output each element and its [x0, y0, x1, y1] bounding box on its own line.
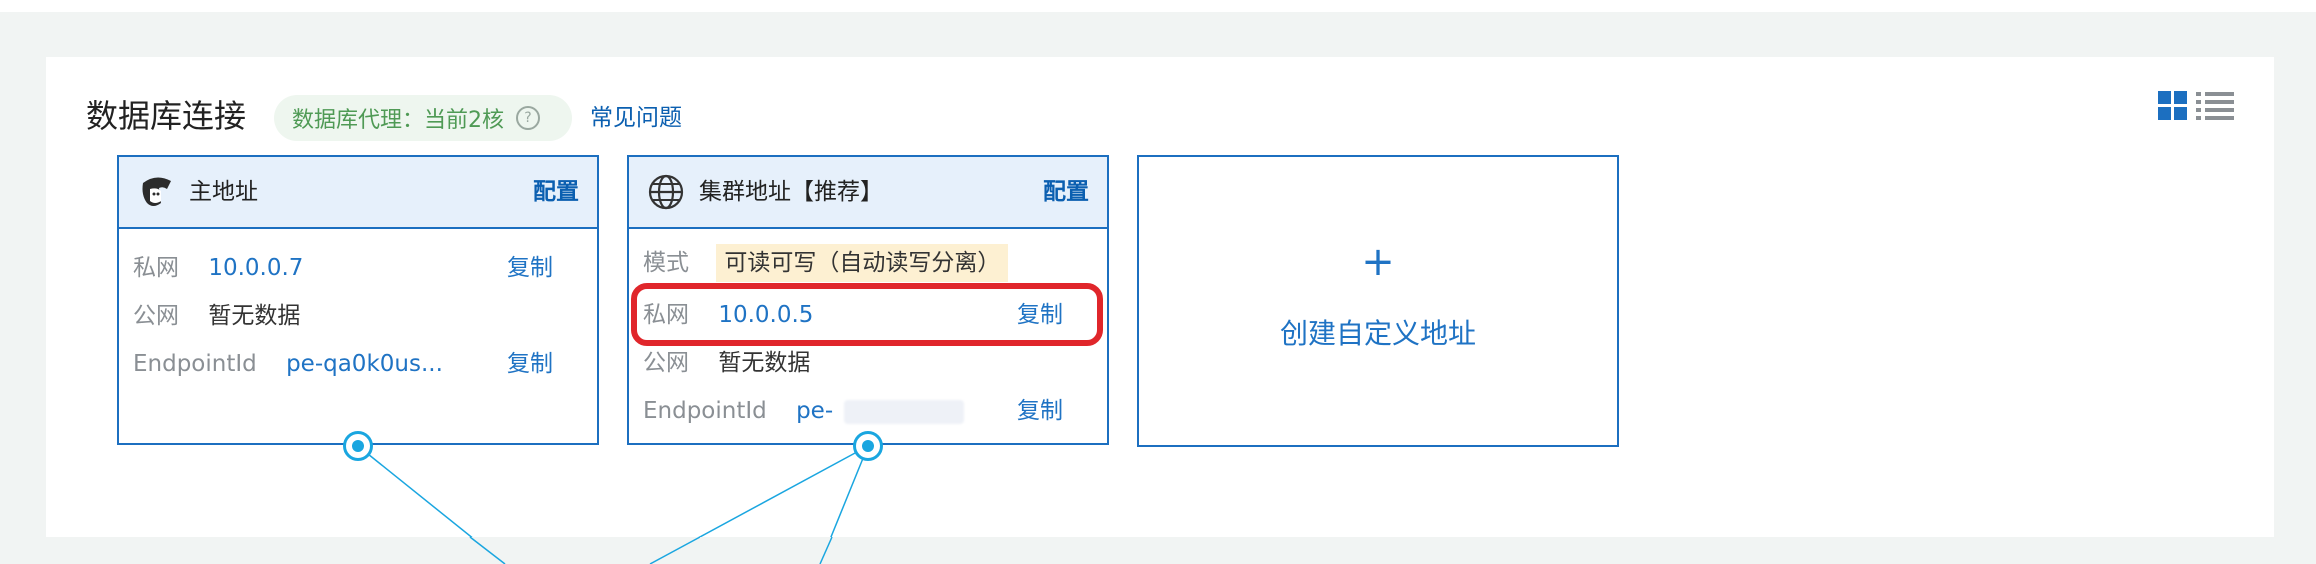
connector-lines: [357, 445, 869, 564]
connection-anchor[interactable]: [343, 431, 373, 461]
bottom-strip: [0, 537, 2316, 564]
connection-anchor[interactable]: [853, 431, 883, 461]
